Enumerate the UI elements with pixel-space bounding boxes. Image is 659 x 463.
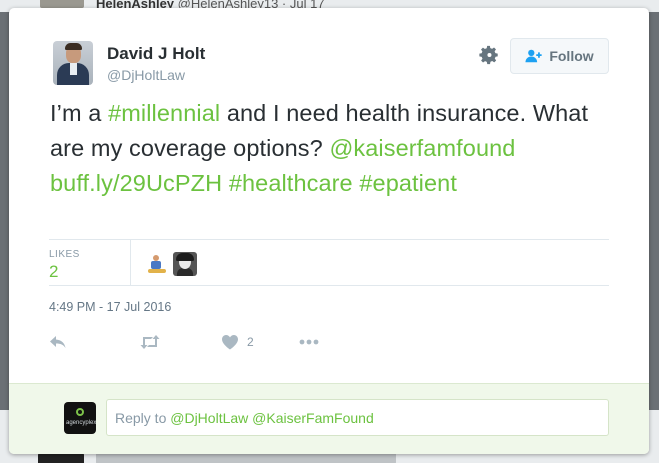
tweet-timestamp: 4:49 PM - 17 Jul 2016 bbox=[49, 300, 172, 314]
author-avatar[interactable] bbox=[53, 41, 93, 85]
tweet-modal: David J Holt @DjHoltLaw Follow I’m a #mi… bbox=[9, 8, 649, 454]
reply-mentions: @DjHoltLaw @KaiserFamFound bbox=[170, 410, 374, 426]
reply-input[interactable]: Reply to @DjHoltLaw @KaiserFamFound bbox=[106, 399, 609, 436]
hashtag-epatient[interactable]: #epatient bbox=[359, 170, 457, 196]
tweet-text: I’m a #millennial and I need health insu… bbox=[50, 96, 620, 201]
hashtag-healthcare[interactable]: #healthcare bbox=[229, 170, 353, 196]
retweet-icon bbox=[140, 335, 160, 349]
mention-kaiserfamfound[interactable]: @kaiserfamfound bbox=[329, 135, 515, 161]
hashtag-millennial[interactable]: #millennial bbox=[108, 100, 220, 126]
more-icon bbox=[299, 339, 319, 345]
gear-icon[interactable] bbox=[478, 44, 500, 66]
reply-icon bbox=[50, 336, 66, 348]
likes-count[interactable]: 2 bbox=[49, 262, 58, 282]
follow-button[interactable]: Follow bbox=[510, 38, 609, 74]
tweet-text-part: I’m a bbox=[50, 100, 109, 126]
tweet-stats: LIKES 2 bbox=[49, 239, 609, 286]
author-handle[interactable]: @DjHoltLaw bbox=[107, 67, 185, 83]
reply-prefix: Reply to bbox=[115, 410, 171, 426]
liker-avatar[interactable] bbox=[173, 252, 197, 276]
author-name[interactable]: David J Holt bbox=[107, 44, 205, 64]
tweet-link[interactable]: buff.ly/29UcPZH bbox=[50, 170, 222, 196]
more-button[interactable] bbox=[299, 332, 319, 352]
tweet-actions: 2 bbox=[49, 330, 349, 354]
stats-divider bbox=[130, 240, 131, 286]
tweet-header: David J Holt @DjHoltLaw Follow bbox=[53, 38, 609, 91]
reply-area: agencyplex Reply to @DjHoltLaw @KaiserFa… bbox=[9, 383, 649, 454]
liker-avatar[interactable] bbox=[145, 252, 169, 276]
likes-label: LIKES bbox=[49, 249, 80, 260]
retweet-button[interactable] bbox=[139, 332, 161, 352]
like-button[interactable]: 2 bbox=[221, 332, 254, 352]
background-avatar bbox=[40, 0, 84, 8]
like-action-count: 2 bbox=[247, 335, 254, 349]
follow-label: Follow bbox=[549, 48, 594, 64]
heart-icon bbox=[222, 335, 238, 350]
reply-button[interactable] bbox=[49, 332, 67, 352]
follow-person-icon bbox=[525, 49, 542, 63]
current-user-avatar[interactable]: agencyplex bbox=[64, 402, 96, 434]
